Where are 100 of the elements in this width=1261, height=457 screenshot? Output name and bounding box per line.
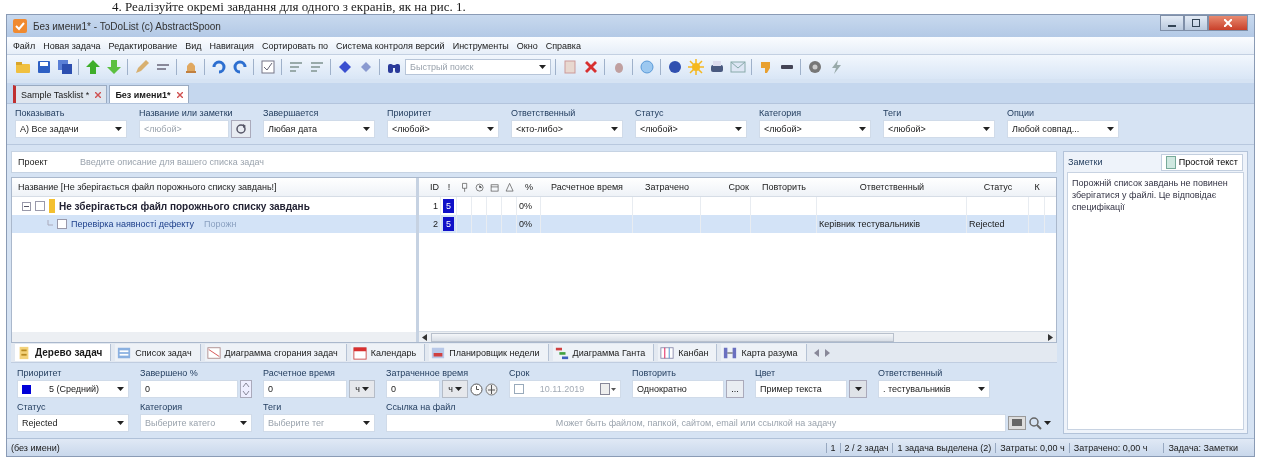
redo-icon xyxy=(231,59,248,75)
kanban-icon xyxy=(660,345,675,360)
percent-field[interactable]: 0 xyxy=(140,380,238,398)
task-row[interactable]: Перевірка наявності дефекту Порожн xyxy=(12,215,416,233)
tree-icon xyxy=(17,345,31,360)
menu-item[interactable]: Сортировать по xyxy=(261,40,329,51)
column-header[interactable]: ID xyxy=(419,178,441,196)
dropdown[interactable]: <любой> xyxy=(387,120,499,138)
close-button[interactable] xyxy=(1208,15,1248,31)
column-header[interactable]: Расчетное время xyxy=(541,178,633,196)
field-label: Затраченное время xyxy=(386,368,470,378)
unit-dropdown[interactable]: ч xyxy=(349,380,375,398)
format-button[interactable]: Простой текст xyxy=(1160,153,1243,171)
menu-item[interactable]: Новая задача xyxy=(43,40,101,51)
spinner-icon[interactable] xyxy=(240,380,252,398)
dropdown[interactable]: A) Все задачи xyxy=(15,120,127,138)
menu-item[interactable]: Редактирование xyxy=(108,40,178,51)
repeat-field[interactable]: Однократно xyxy=(632,380,724,398)
scroll-left-icon xyxy=(422,333,427,341)
sun-icon xyxy=(687,59,704,75)
tasklist-tab[interactable]: Sample Tasklist * xyxy=(13,85,108,103)
dropdown[interactable]: <любой> xyxy=(883,120,995,138)
scroll-thumb[interactable] xyxy=(431,332,894,342)
dropdown[interactable]: <кто-либо> xyxy=(511,120,623,138)
close-icon xyxy=(1224,19,1232,27)
view-tab[interactable]: Диаграмма Ганта xyxy=(552,344,655,361)
field-label: Категория xyxy=(759,108,803,118)
view-tab[interactable]: Диаграмма сгорания задач xyxy=(204,344,347,361)
caret-icon xyxy=(363,421,370,425)
tasklist-tab[interactable]: Без имени1* xyxy=(109,85,189,103)
time-field[interactable]: 0 xyxy=(263,380,347,398)
apply-button[interactable] xyxy=(231,120,251,138)
more-button[interactable]: ... xyxy=(726,380,744,398)
close-icon xyxy=(176,91,183,98)
caret-icon xyxy=(854,387,862,391)
collapse-icon[interactable] xyxy=(22,201,31,211)
dropdown[interactable]: Rejected xyxy=(17,414,129,432)
color-field[interactable]: Пример текста xyxy=(755,380,847,398)
caret-icon xyxy=(859,127,866,131)
column-header[interactable]: ! xyxy=(441,178,457,196)
view-tab[interactable]: Дерево задач xyxy=(15,344,112,361)
browse-icon[interactable] xyxy=(1008,416,1026,430)
menu-item[interactable]: Вид xyxy=(185,40,202,51)
horizontal-scrollbar[interactable] xyxy=(419,331,1056,342)
column-header[interactable]: % xyxy=(517,178,541,196)
column-header[interactable]: Статус xyxy=(967,178,1029,196)
maximize-button[interactable] xyxy=(1184,15,1208,31)
priority-dropdown[interactable]: 5 (Средний) xyxy=(17,380,129,398)
caret-icon xyxy=(117,387,124,391)
menu-item[interactable]: Файл xyxy=(13,40,36,51)
list-icon xyxy=(117,345,132,360)
column-header[interactable]: К xyxy=(1029,178,1045,196)
caret-icon xyxy=(611,127,618,131)
field-label: Название или заметки xyxy=(139,108,234,118)
caret-icon xyxy=(454,387,462,391)
view-tab[interactable]: Список задач xyxy=(115,344,201,361)
view-tab[interactable]: Планировщик недели xyxy=(429,344,549,361)
dropdown[interactable]: <любой> xyxy=(759,120,871,138)
notes-tab[interactable]: Заметки xyxy=(1068,157,1103,167)
triangle-icon xyxy=(504,181,515,193)
down-arrow-icon xyxy=(105,59,122,75)
caret-icon xyxy=(983,127,990,131)
task-title: Перевірка наявності дефекту xyxy=(71,219,195,229)
chart-icon xyxy=(206,345,221,360)
calendar-icon xyxy=(489,181,500,193)
checkbox[interactable] xyxy=(57,219,67,229)
minimize-button[interactable] xyxy=(1160,15,1184,31)
time-field[interactable]: 0 xyxy=(386,380,440,398)
menu-item[interactable]: Навигация xyxy=(209,40,254,51)
column-header[interactable]: Название [Не зберігається файл порожнього списку завдань!] xyxy=(12,178,416,197)
list-row[interactable]: 2 5 0% Керівник тестувальників Rejected xyxy=(419,215,1056,233)
checkbox-list-button[interactable] xyxy=(258,57,277,77)
search-icon[interactable] xyxy=(1028,416,1042,430)
status-text: 1 задача выделена (2) xyxy=(892,442,996,453)
menu-item[interactable]: Инструменты xyxy=(452,40,509,51)
notes-text-area[interactable]: Порожній список завдань не повинен зберігатися у файлі. Це відповідає специфікації xyxy=(1067,172,1244,430)
menu-item[interactable]: Справка xyxy=(545,40,581,51)
unit-dropdown[interactable]: ч xyxy=(442,380,468,398)
dropdown[interactable]: Любой совпад... xyxy=(1007,120,1119,138)
app-icon xyxy=(13,19,27,33)
task-row[interactable]: Не зберігається файл порожнього списку завдань xyxy=(12,197,416,215)
column-header[interactable]: Срок xyxy=(701,178,751,196)
help-icon xyxy=(666,59,683,75)
view-tab[interactable]: Календарь xyxy=(350,344,426,361)
dropdown[interactable]: . тестувальників xyxy=(878,380,990,398)
dropdown[interactable]: Любая дата xyxy=(263,120,375,138)
column-header[interactable]: Повторить xyxy=(751,178,817,196)
menu-item[interactable]: Система контроля версий xyxy=(336,40,445,51)
dropdown-button[interactable] xyxy=(849,380,867,398)
clock-icon[interactable] xyxy=(470,382,483,396)
dropdown[interactable]: <любой> xyxy=(635,120,747,138)
column-header[interactable]: Затрачено xyxy=(633,178,701,196)
view-tab[interactable]: Канбан xyxy=(658,344,718,361)
save-all-button[interactable] xyxy=(55,57,74,77)
menu-item[interactable]: Окно xyxy=(516,40,538,51)
document-icon xyxy=(561,59,578,75)
checkbox[interactable] xyxy=(514,384,524,394)
column-header[interactable]: Ответственный xyxy=(817,178,967,196)
view-tab[interactable]: Карта разума xyxy=(721,344,807,361)
checkbox[interactable] xyxy=(35,201,45,211)
